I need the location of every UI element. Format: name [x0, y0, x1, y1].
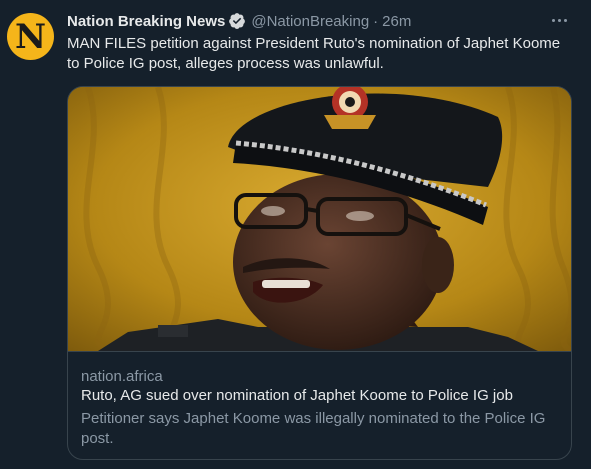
- card-divider: [68, 351, 571, 352]
- card-domain: nation.africa: [81, 368, 163, 385]
- separator-dot: ·: [373, 12, 379, 30]
- tweet-header: Nation Breaking News @NationBreaking · 2…: [67, 10, 411, 32]
- avatar[interactable]: N: [7, 13, 54, 60]
- tweet[interactable]: N Nation Breaking News @NationBreaking ·…: [0, 0, 591, 469]
- card-image[interactable]: [68, 87, 571, 351]
- avatar-letter: N: [14, 17, 47, 57]
- more-options-icon[interactable]: [549, 10, 569, 30]
- tweet-timestamp[interactable]: 26m: [382, 13, 411, 30]
- author-handle[interactable]: @NationBreaking: [251, 13, 369, 30]
- verified-badge-icon: [228, 12, 246, 30]
- author-display-name[interactable]: Nation Breaking News: [67, 13, 225, 30]
- card-title[interactable]: Ruto, AG sued over nomination of Japhet …: [81, 386, 561, 406]
- card-description: Petitioner says Japhet Koome was illegal…: [81, 410, 546, 447]
- link-card[interactable]: nation.africa Ruto, AG sued over nominat…: [67, 86, 572, 460]
- tweet-text: MAN FILES petition against President Rut…: [67, 35, 561, 72]
